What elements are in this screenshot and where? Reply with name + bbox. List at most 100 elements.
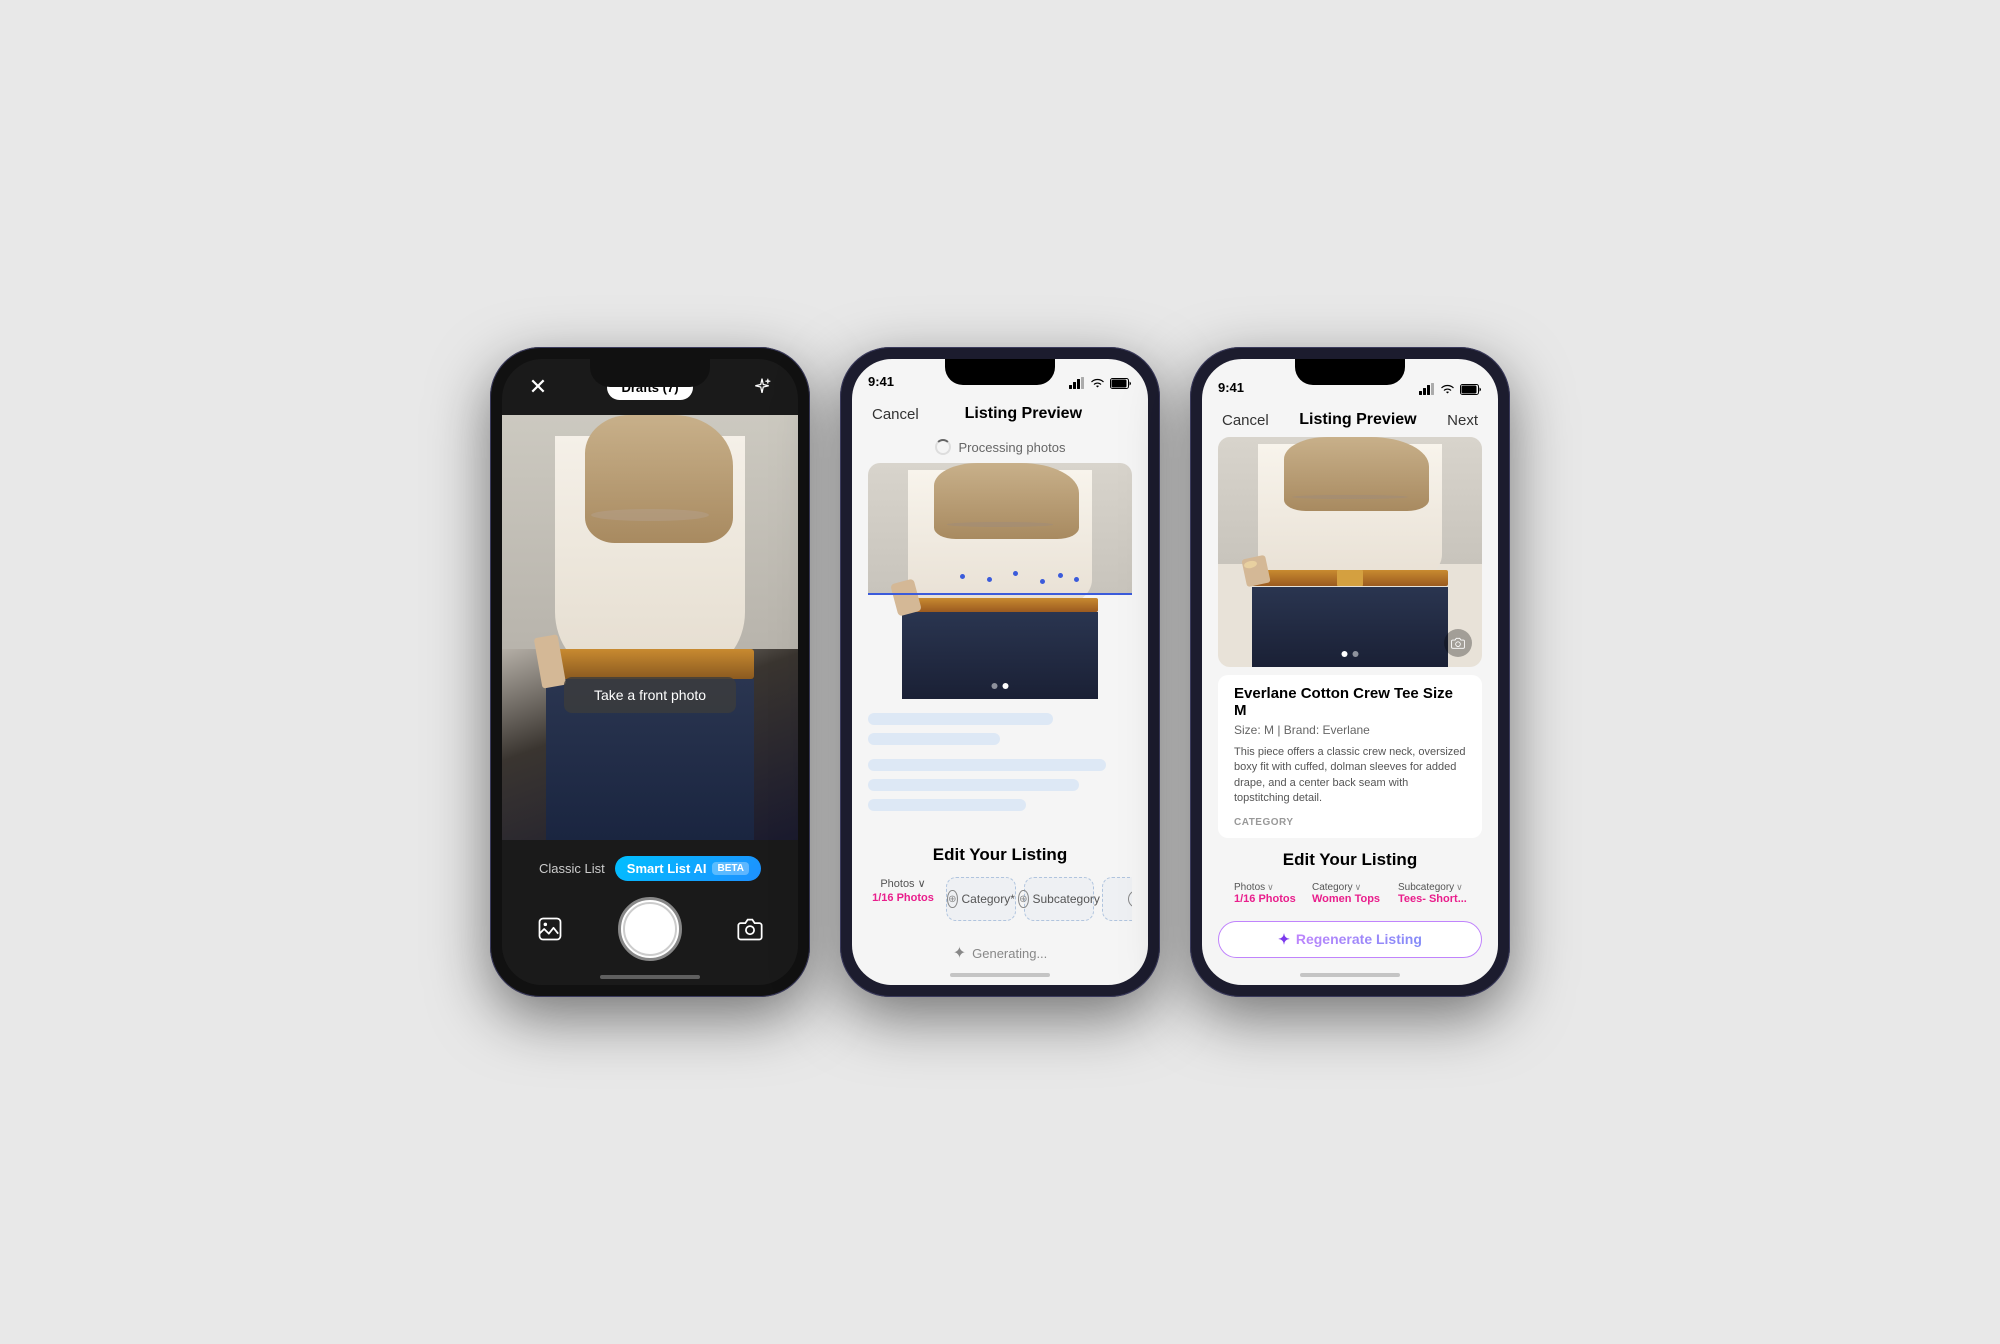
result-tab-category[interactable]: Category ∨ Women Tops — [1312, 882, 1392, 905]
phone-1: ✕ Drafts (7) — [490, 347, 810, 997]
time-display-3: 9:41 — [1218, 380, 1244, 395]
phone-2: 9:41 — [840, 347, 1160, 997]
notch-3 — [1295, 359, 1405, 385]
skeleton-line-1 — [868, 713, 1053, 725]
status-icons-3 — [1419, 383, 1482, 395]
scan-dot — [1040, 579, 1045, 584]
processing-text: Processing photos — [959, 440, 1066, 455]
status-icons-2 — [1069, 377, 1132, 389]
notch-1 — [590, 359, 710, 387]
sparkle-icon: ✦ — [953, 943, 966, 963]
result-subcategory-label: Subcategory ∨ — [1398, 882, 1463, 893]
result-subcategory-value: Tees- Short... — [1398, 893, 1467, 905]
result-photos-value: 1/16 Photos — [1234, 893, 1296, 905]
cancel-button-2[interactable]: Cancel — [872, 406, 919, 423]
dot-2-active — [1003, 683, 1009, 689]
generating-text: Generating... — [972, 946, 1047, 961]
close-button[interactable]: ✕ — [522, 371, 554, 403]
category-tab-text: Category* — [962, 892, 1015, 906]
listing-title: Everlane Cotton Crew Tee Size M — [1234, 685, 1466, 719]
camera-icon-overlay[interactable] — [1444, 629, 1472, 657]
edit-listing-section-2: Edit Your Listing Photos ∨ 1/16 Photos ⊕… — [852, 833, 1148, 933]
tab-subcategory-2[interactable]: ⊕ Subcategory — [1024, 877, 1094, 921]
regenerate-button[interactable]: ✦ Regenerate Listing — [1218, 921, 1482, 958]
regenerate-label: Regenerate Listing — [1296, 931, 1422, 947]
camera-controls — [522, 897, 778, 961]
scan-dot — [1058, 573, 1063, 578]
home-indicator-2 — [950, 973, 1050, 977]
tabs-row-2: Photos ∨ 1/16 Photos ⊕ Category* — [868, 877, 1132, 925]
skeleton-line-4 — [868, 779, 1079, 791]
tab-photos-2: Photos ∨ 1/16 Photos — [868, 877, 938, 921]
status-bar-2: 9:41 — [852, 359, 1148, 397]
nav-title-3: Listing Preview — [1299, 411, 1416, 429]
nav-2: Cancel Listing Preview — [852, 397, 1148, 431]
cancel-button-3[interactable]: Cancel — [1222, 412, 1269, 429]
brand-icon: ⊕ — [1128, 890, 1132, 908]
edit-listing-title-3: Edit Your Listing — [1218, 850, 1482, 870]
status-bar-3: 9:41 — [1202, 359, 1498, 403]
phone-3: 9:41 — [1190, 347, 1510, 997]
skeleton-loading — [852, 699, 1148, 833]
listing-meta: Size: M | Brand: Everlane — [1234, 723, 1466, 737]
dot-3-1 — [1342, 651, 1348, 657]
beta-badge: BETA — [712, 862, 748, 875]
tab-brand-2[interactable]: ⊕ — [1102, 877, 1132, 921]
subcategory-icon: ⊕ — [1018, 890, 1028, 908]
shutter-button[interactable] — [618, 897, 682, 961]
result-category-value: Women Tops — [1312, 893, 1380, 905]
scan-dot — [960, 574, 965, 579]
classic-list-button[interactable]: Classic List — [539, 861, 605, 876]
phone-3-screen: 9:41 — [1202, 359, 1498, 985]
listing-image-container-2 — [868, 463, 1132, 699]
camera-person-image — [502, 415, 798, 840]
time-display-2: 9:41 — [868, 374, 894, 389]
skeleton-line-2 — [868, 733, 1000, 745]
skeleton-line-3 — [868, 759, 1106, 771]
take-photo-overlay: Take a front photo — [564, 677, 736, 713]
dot-1 — [992, 683, 998, 689]
processing-bar: Processing photos — [852, 431, 1148, 463]
tab-brand-box[interactable]: ⊕ — [1102, 877, 1132, 921]
subcategory-tab-text: Subcategory — [1033, 892, 1100, 906]
smart-list-button[interactable]: Smart List AI BETA — [615, 856, 761, 881]
phone-2-screen: 9:41 — [852, 359, 1148, 985]
result-tabs-row: Photos ∨ 1/16 Photos Category ∨ Women To… — [1218, 882, 1482, 909]
listing-details: Everlane Cotton Crew Tee Size M Size: M … — [1218, 675, 1482, 838]
processing-spinner — [935, 439, 951, 455]
regenerate-icon: ✦ — [1278, 931, 1290, 948]
scan-line — [868, 593, 1132, 595]
home-indicator-3 — [1300, 973, 1400, 977]
listing-description: This piece offers a classic crew neck, o… — [1234, 745, 1466, 807]
tab-category-box[interactable]: ⊕ Category* — [946, 877, 1016, 921]
tab-subcategory-box[interactable]: ⊕ Subcategory — [1024, 877, 1094, 921]
shutter-inner — [623, 902, 677, 956]
next-button-3[interactable]: Next — [1447, 412, 1478, 429]
image-pagination-3 — [1342, 651, 1359, 657]
tab-photos-sublabel[interactable]: 1/16 Photos — [872, 892, 934, 904]
result-tab-photos[interactable]: Photos ∨ 1/16 Photos — [1234, 882, 1306, 905]
tab-category-2[interactable]: ⊕ Category* — [946, 877, 1016, 921]
skeleton-line-5 — [868, 799, 1026, 811]
gallery-button[interactable] — [532, 911, 568, 947]
phone-1-screen: ✕ Drafts (7) — [502, 359, 798, 985]
dot-3-2 — [1353, 651, 1359, 657]
nav-title-2: Listing Preview — [965, 405, 1082, 423]
scan-dot — [987, 577, 992, 582]
scan-dot — [1013, 571, 1018, 576]
category-section-label: CATEGORY — [1234, 817, 1466, 828]
result-tab-subcategory[interactable]: Subcategory ∨ Tees- Short... — [1398, 882, 1480, 905]
category-icon: ⊕ — [947, 890, 957, 908]
edit-listing-section-3: Edit Your Listing Photos ∨ 1/16 Photos — [1202, 842, 1498, 913]
fashion-image-3 — [1218, 437, 1482, 667]
smart-list-label: Smart List AI — [627, 861, 707, 876]
result-photos-label: Photos ∨ — [1234, 882, 1274, 893]
edit-listing-title-2: Edit Your Listing — [868, 845, 1132, 865]
listing-image-result — [1218, 437, 1482, 667]
scan-dots — [868, 569, 1132, 589]
magic-button[interactable] — [746, 371, 778, 403]
nav-3: Cancel Listing Preview Next — [1202, 403, 1498, 437]
flip-camera-button[interactable] — [732, 911, 768, 947]
scan-dot — [1074, 577, 1079, 582]
image-pagination — [992, 683, 1009, 689]
